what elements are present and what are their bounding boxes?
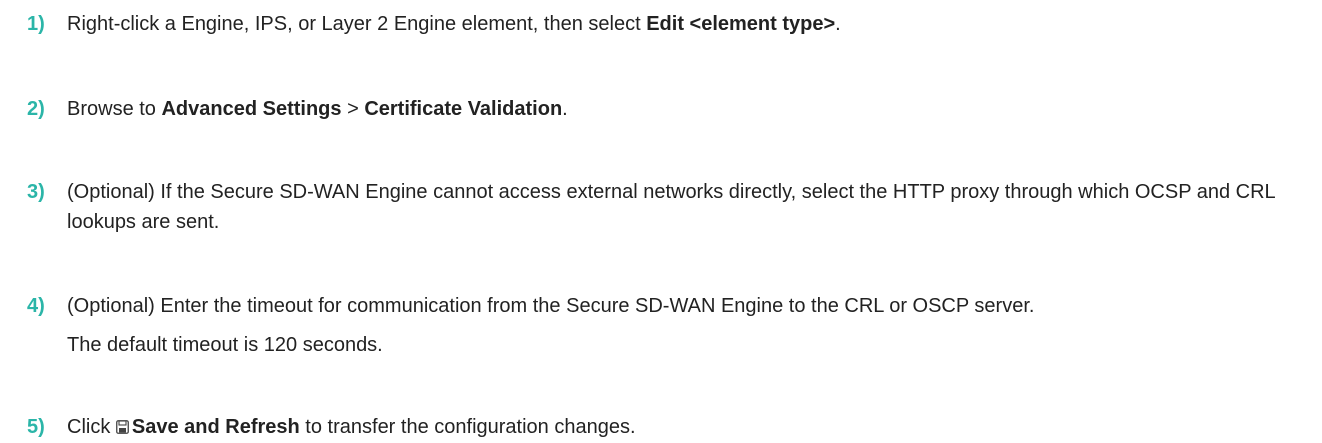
- step-text: Click Save and Refresh to transfer the c…: [67, 412, 1307, 442]
- step-number: 3): [27, 181, 45, 203]
- step-text: (Optional) Enter the timeout for communi…: [67, 291, 1307, 360]
- step-text: (Optional) If the Secure SD-WAN Engine c…: [67, 181, 1275, 233]
- save-icon: [115, 413, 129, 434]
- ui-term: Save and Refresh: [131, 416, 300, 438]
- step-note: The default timeout is 120 seconds.: [67, 334, 383, 356]
- ui-term: Certificate Validation: [364, 98, 563, 120]
- ui-term: Edit <element type>: [646, 13, 836, 35]
- step-number: 1): [27, 13, 45, 35]
- step-number: 5): [27, 416, 45, 438]
- procedure-page: { "accent_color": "#2BB5A8", "steps": [ …: [0, 0, 1322, 443]
- step-number: 4): [27, 295, 45, 317]
- step-text: Browse to Advanced Settings > Certificat…: [67, 98, 568, 120]
- ui-term: Advanced Settings: [161, 98, 342, 120]
- step-main-text: (Optional) Enter the timeout for communi…: [67, 295, 1035, 317]
- step-text: Right-click a Engine, IPS, or Layer 2 En…: [67, 13, 841, 35]
- step-number: 2): [27, 98, 45, 120]
